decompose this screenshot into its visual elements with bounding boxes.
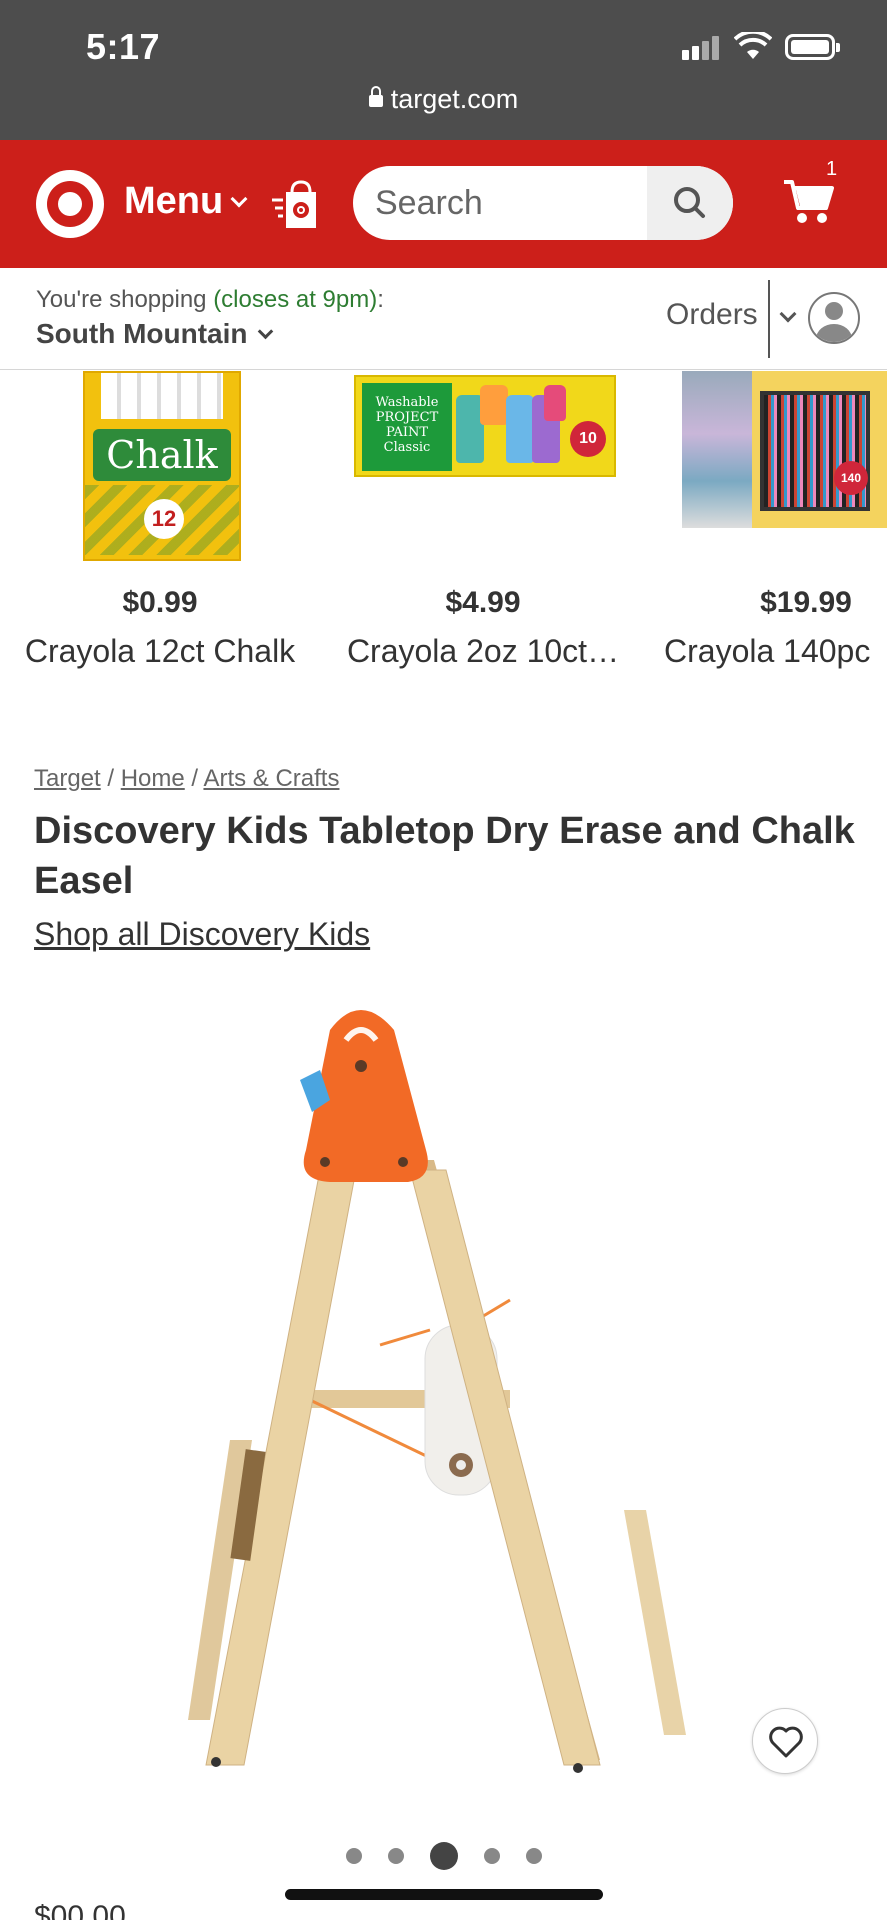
product-image-paint[interactable]: Washable PROJECT PAINT Classic 10 (354, 375, 616, 477)
breadcrumb-link-home[interactable]: Home (121, 765, 185, 792)
chevron-down-icon (257, 323, 273, 340)
store-selector[interactable]: South Mountain (36, 318, 273, 350)
signal-icon (682, 36, 722, 60)
breadcrumb: Target / Home / Arts & Crafts (34, 765, 339, 793)
status-time: 5:17 (86, 26, 161, 67)
home-indicator[interactable] (285, 1889, 603, 1900)
lock-icon (368, 86, 383, 107)
product-image-chalk[interactable]: Chalk 12 (83, 371, 241, 561)
product-price-partial: $00.00 (34, 1900, 126, 1920)
battery-icon (785, 34, 840, 60)
store-bar: You're shopping (closes at 9pm): South M… (0, 268, 887, 370)
shopping-prefix: You're shopping (36, 286, 207, 313)
search-input[interactable] (353, 166, 645, 240)
status-bar: 5:17 target.com (0, 0, 887, 140)
product-price: $4.99 (445, 586, 521, 619)
store-name: South Mountain (36, 318, 248, 349)
box-count: 12 (144, 499, 184, 539)
search-button[interactable] (647, 166, 733, 240)
product-price: $0.99 (122, 586, 198, 619)
breadcrumb-link-target[interactable]: Target (34, 765, 101, 792)
product-price: $19.99 (760, 586, 852, 619)
recommended-products-carousel: Chalk 12 $0.99 Crayola 12ct Chalk Washab… (0, 371, 887, 671)
pagination-dot-5[interactable] (525, 1848, 542, 1864)
url-text: target.com (390, 84, 519, 114)
account-chevron-icon[interactable] (779, 305, 797, 323)
pagination-dot-2[interactable] (387, 1848, 404, 1864)
account-avatar-icon[interactable] (808, 292, 860, 344)
cart-icon[interactable] (782, 176, 834, 231)
product-title: Discovery Kids Tabletop Dry Erase and Ch… (34, 810, 855, 902)
pagination-dot-4[interactable] (483, 1848, 500, 1864)
chevron-down-icon (230, 190, 248, 208)
breadcrumb-link-arts-crafts[interactable]: Arts & Crafts (203, 765, 339, 792)
box-label: Washable PROJECT PAINT Classic (362, 383, 452, 471)
target-logo-icon[interactable] (36, 170, 104, 238)
wifi-icon (733, 29, 773, 65)
product-name[interactable]: Crayola 140pc (664, 633, 887, 670)
orders-link[interactable]: Orders (666, 298, 758, 332)
breadcrumb-separator: / (107, 765, 115, 792)
box-count: 140 (834, 461, 868, 495)
menu-button[interactable]: Menu (124, 180, 248, 223)
product-image-easel[interactable] (180, 1000, 740, 1790)
store-status: You're shopping (closes at 9pm): (36, 286, 384, 314)
image-pagination (0, 1842, 887, 1870)
shopping-suffix: : (377, 286, 384, 313)
closing-time: (closes at 9pm) (213, 286, 378, 313)
menu-label: Menu (124, 180, 224, 222)
url-bar[interactable]: target.com (0, 84, 887, 115)
cart-count-badge: 1 (826, 158, 838, 180)
shop-all-brand-link[interactable]: Shop all Discovery Kids (34, 916, 370, 953)
favorite-button[interactable] (752, 1708, 818, 1774)
search-box (353, 166, 733, 240)
divider (768, 280, 770, 358)
heart-icon (769, 1726, 803, 1758)
site-header: Menu 1 (0, 140, 887, 268)
box-label: Chalk (93, 429, 231, 481)
shopping-bag-icon[interactable] (272, 178, 320, 235)
pagination-dot-1[interactable] (345, 1848, 362, 1864)
breadcrumb-separator: / (191, 765, 199, 792)
product-image-art-set[interactable]: 140 (682, 371, 887, 528)
pagination-dot-3-active[interactable] (429, 1842, 458, 1870)
search-icon (674, 187, 705, 218)
box-count: 10 (570, 421, 606, 457)
